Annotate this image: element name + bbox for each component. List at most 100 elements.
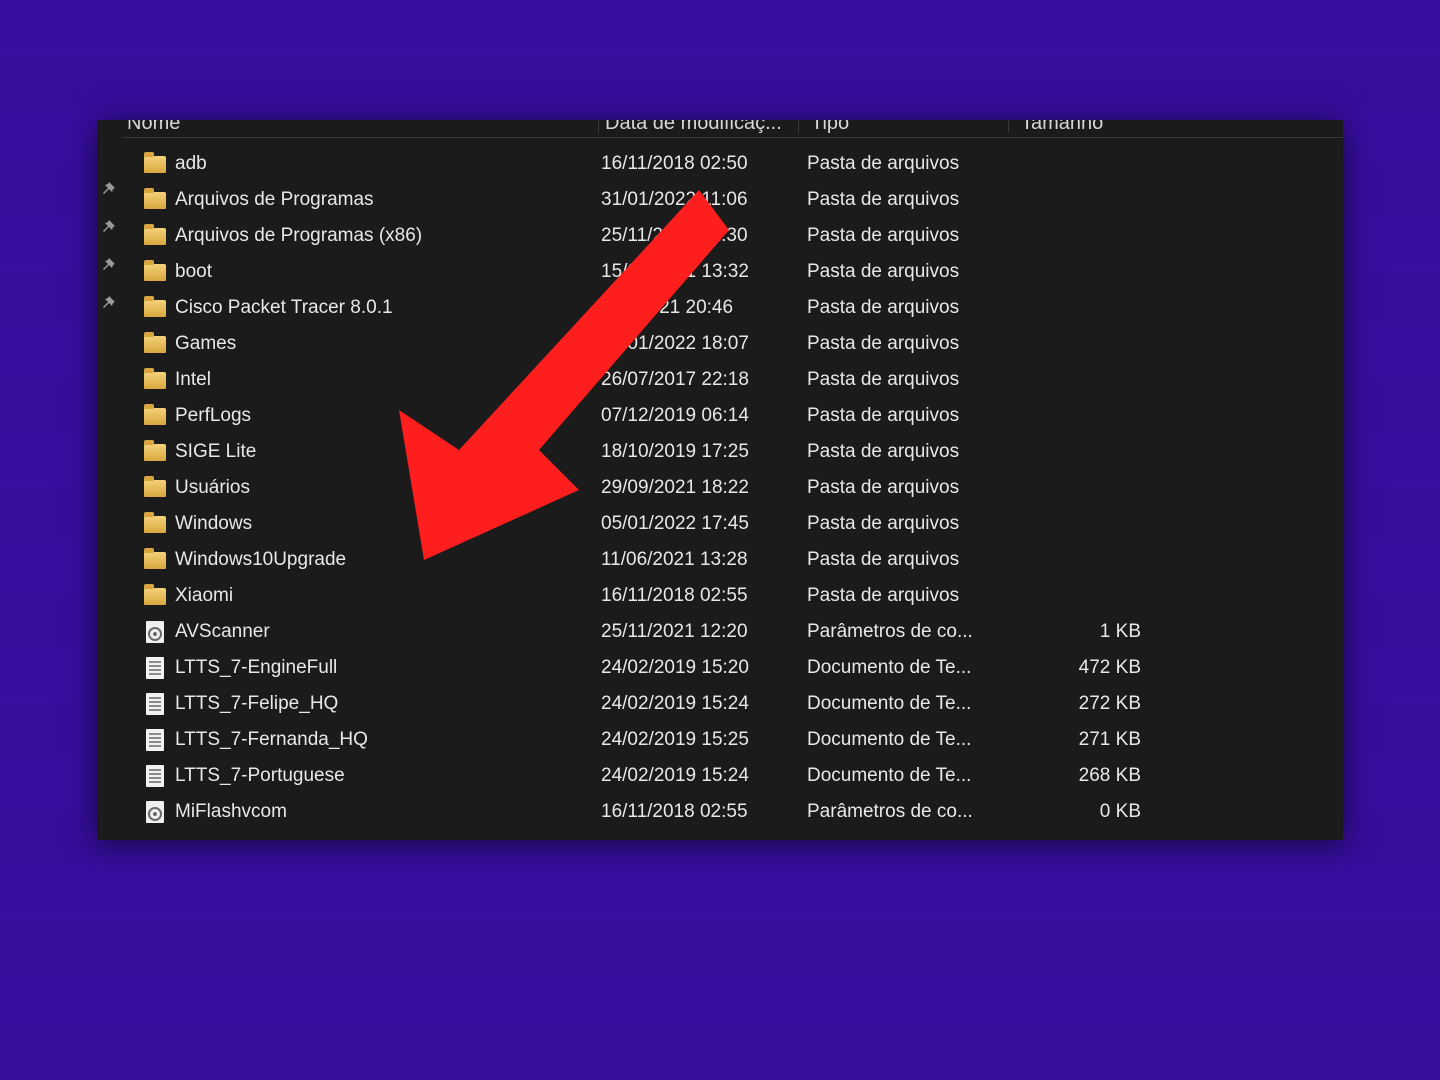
column-header-label: Nome bbox=[127, 120, 180, 135]
file-name: Arquivos de Programas bbox=[175, 189, 595, 211]
file-row[interactable]: LTTS_7-Felipe_HQ24/02/2019 15:24Document… bbox=[123, 686, 1343, 722]
file-name: Arquivos de Programas (x86) bbox=[175, 225, 595, 247]
file-date: 19/ /2021 20:46 bbox=[595, 297, 795, 319]
folder-icon bbox=[143, 296, 167, 320]
quick-access-sidebar bbox=[97, 120, 123, 840]
file-type: Parâmetros de co... bbox=[795, 801, 1005, 823]
file-name: LTTS_7-Fernanda_HQ bbox=[175, 729, 595, 751]
file-name: Windows10Upgrade bbox=[175, 549, 595, 571]
pin-icon[interactable] bbox=[101, 296, 117, 312]
file-type: Documento de Te... bbox=[795, 657, 1005, 679]
text-file-icon bbox=[143, 728, 167, 752]
column-header-type[interactable]: Tipo bbox=[799, 120, 1009, 137]
file-date: 16/11/2018 02:55 bbox=[595, 585, 795, 607]
file-row[interactable]: boot15/03/2021 13:32Pasta de arquivos bbox=[123, 254, 1343, 290]
folder-icon bbox=[143, 440, 167, 464]
file-row[interactable]: adb16/11/2018 02:50Pasta de arquivos bbox=[123, 146, 1343, 182]
folder-icon bbox=[143, 224, 167, 248]
column-header-name[interactable]: Nome bbox=[123, 120, 599, 137]
file-name: boot bbox=[175, 261, 595, 283]
file-date: 29/01/2022 18:07 bbox=[595, 333, 795, 355]
file-date: 07/12/2019 06:14 bbox=[595, 405, 795, 427]
file-type: Pasta de arquivos bbox=[795, 189, 1005, 211]
file-row[interactable]: Arquivos de Programas31/01/2022 11:06Pas… bbox=[123, 182, 1343, 218]
file-date: 16/11/2018 02:55 bbox=[595, 801, 795, 823]
file-name: LTTS_7-Felipe_HQ bbox=[175, 693, 595, 715]
file-row[interactable]: LTTS_7-Portuguese24/02/2019 15:24Documen… bbox=[123, 758, 1343, 794]
file-row[interactable]: PerfLogs07/12/2019 06:14Pasta de arquivo… bbox=[123, 398, 1343, 434]
file-type: Pasta de arquivos bbox=[795, 297, 1005, 319]
file-row[interactable]: Usuários29/09/2021 18:22Pasta de arquivo… bbox=[123, 470, 1343, 506]
file-date: 25/11/2021 12:20 bbox=[595, 621, 795, 643]
file-row[interactable]: MiFlashvcom16/11/2018 02:55Parâmetros de… bbox=[123, 794, 1343, 830]
file-row[interactable]: Windows05/01/2022 17:45Pasta de arquivos bbox=[123, 506, 1343, 542]
file-date: 18/10/2019 17:25 bbox=[595, 441, 795, 463]
file-type: Documento de Te... bbox=[795, 693, 1005, 715]
pin-icon[interactable] bbox=[101, 182, 117, 198]
file-type: Parâmetros de co... bbox=[795, 621, 1005, 643]
file-date: 16/11/2018 02:50 bbox=[595, 153, 795, 175]
file-type: Pasta de arquivos bbox=[795, 369, 1005, 391]
file-size: 0 KB bbox=[1005, 801, 1145, 823]
file-date: 15/03/2021 13:32 bbox=[595, 261, 795, 283]
file-explorer-window: Nome Data de modificaç... Tipo Tamanho a… bbox=[97, 120, 1343, 840]
file-date: 24/02/2019 15:24 bbox=[595, 693, 795, 715]
file-type: Pasta de arquivos bbox=[795, 513, 1005, 535]
file-name: PerfLogs bbox=[175, 405, 595, 427]
file-type: Pasta de arquivos bbox=[795, 477, 1005, 499]
file-date: 24/02/2019 15:20 bbox=[595, 657, 795, 679]
file-size: 472 KB bbox=[1005, 657, 1145, 679]
folder-icon bbox=[143, 512, 167, 536]
file-row[interactable]: Windows10Upgrade11/06/2021 13:28Pasta de… bbox=[123, 542, 1343, 578]
file-type: Pasta de arquivos bbox=[795, 405, 1005, 427]
file-name: Windows bbox=[175, 513, 595, 535]
folder-icon bbox=[143, 476, 167, 500]
file-row[interactable]: SIGE Lite18/10/2019 17:25Pasta de arquiv… bbox=[123, 434, 1343, 470]
file-list-panel: Nome Data de modificaç... Tipo Tamanho a… bbox=[123, 120, 1343, 840]
file-row[interactable]: LTTS_7-EngineFull24/02/2019 15:20Documen… bbox=[123, 650, 1343, 686]
file-row[interactable]: AVScanner25/11/2021 12:20Parâmetros de c… bbox=[123, 614, 1343, 650]
file-name: MiFlashvcom bbox=[175, 801, 595, 823]
file-type: Pasta de arquivos bbox=[795, 261, 1005, 283]
file-type: Documento de Te... bbox=[795, 765, 1005, 787]
file-row[interactable]: Intel26/07/2017 22:18Pasta de arquivos bbox=[123, 362, 1343, 398]
text-file-icon bbox=[143, 764, 167, 788]
file-name: LTTS_7-Portuguese bbox=[175, 765, 595, 787]
column-header-label: Data de modificaç... bbox=[605, 120, 782, 135]
folder-icon bbox=[143, 548, 167, 572]
file-list: adb16/11/2018 02:50Pasta de arquivosArqu… bbox=[123, 146, 1343, 840]
file-row[interactable]: Games29/01/2022 18:07Pasta de arquivos bbox=[123, 326, 1343, 362]
column-headers: Nome Data de modificaç... Tipo Tamanho bbox=[123, 120, 1343, 138]
file-type: Pasta de arquivos bbox=[795, 585, 1005, 607]
folder-icon bbox=[143, 260, 167, 284]
config-file-icon bbox=[143, 620, 167, 644]
folder-icon bbox=[143, 332, 167, 356]
pin-icon[interactable] bbox=[101, 258, 117, 274]
file-row[interactable]: LTTS_7-Fernanda_HQ24/02/2019 15:25Docume… bbox=[123, 722, 1343, 758]
folder-icon bbox=[143, 368, 167, 392]
file-type: Pasta de arquivos bbox=[795, 225, 1005, 247]
column-header-size[interactable]: Tamanho bbox=[1009, 120, 1179, 137]
file-date: 29/09/2021 18:22 bbox=[595, 477, 795, 499]
file-name: LTTS_7-EngineFull bbox=[175, 657, 595, 679]
file-name: Games bbox=[175, 333, 595, 355]
text-file-icon bbox=[143, 692, 167, 716]
file-name: Xiaomi bbox=[175, 585, 595, 607]
file-row[interactable]: Cisco Packet Tracer 8.0.119/ /2021 20:46… bbox=[123, 290, 1343, 326]
file-name: AVScanner bbox=[175, 621, 595, 643]
file-row[interactable]: Arquivos de Programas (x86)25/11/2021 12… bbox=[123, 218, 1343, 254]
file-name: SIGE Lite bbox=[175, 441, 595, 463]
folder-icon bbox=[143, 188, 167, 212]
file-size: 271 KB bbox=[1005, 729, 1145, 751]
column-header-date[interactable]: Data de modificaç... bbox=[599, 120, 799, 137]
file-name: adb bbox=[175, 153, 595, 175]
file-type: Documento de Te... bbox=[795, 729, 1005, 751]
file-date: 25/11/2021 12:30 bbox=[595, 225, 795, 247]
file-type: Pasta de arquivos bbox=[795, 549, 1005, 571]
folder-icon bbox=[143, 584, 167, 608]
file-size: 272 KB bbox=[1005, 693, 1145, 715]
pin-icon[interactable] bbox=[101, 220, 117, 236]
folder-icon bbox=[143, 404, 167, 428]
file-date: 05/01/2022 17:45 bbox=[595, 513, 795, 535]
file-row[interactable]: Xiaomi16/11/2018 02:55Pasta de arquivos bbox=[123, 578, 1343, 614]
